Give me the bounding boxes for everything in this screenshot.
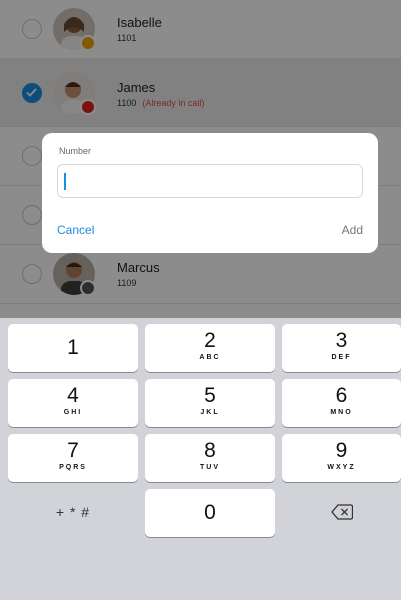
key-2[interactable]: 2 ABC (145, 324, 275, 372)
key-3[interactable]: 3 DEF (282, 324, 401, 372)
key-8[interactable]: 8 TUV (145, 434, 275, 482)
cancel-button[interactable]: Cancel (57, 223, 94, 237)
key-6[interactable]: 6 MNO (282, 379, 401, 427)
key-5[interactable]: 5 JKL (145, 379, 275, 427)
key-7[interactable]: 7 PQRS (8, 434, 138, 482)
backspace-icon (330, 504, 353, 520)
symbols-key[interactable]: + * # (8, 489, 138, 537)
number-label: Number (59, 146, 92, 156)
key-0[interactable]: 0 (145, 489, 275, 537)
symbols-label: + * # (55, 504, 91, 520)
numeric-keypad: 1 2 ABC 3 DEF 4 GHI 5 JKL 6 MNO 7 PQRS 8… (0, 318, 401, 600)
key-4[interactable]: 4 GHI (8, 379, 138, 427)
key-9[interactable]: 9 WXYZ (282, 434, 401, 482)
add-number-dialog: Number Cancel Add (42, 133, 378, 253)
key-1[interactable]: 1 (8, 324, 138, 372)
add-button[interactable]: Add (342, 223, 363, 237)
number-input[interactable] (57, 164, 363, 198)
text-caret (64, 173, 66, 190)
backspace-key[interactable] (282, 489, 401, 537)
